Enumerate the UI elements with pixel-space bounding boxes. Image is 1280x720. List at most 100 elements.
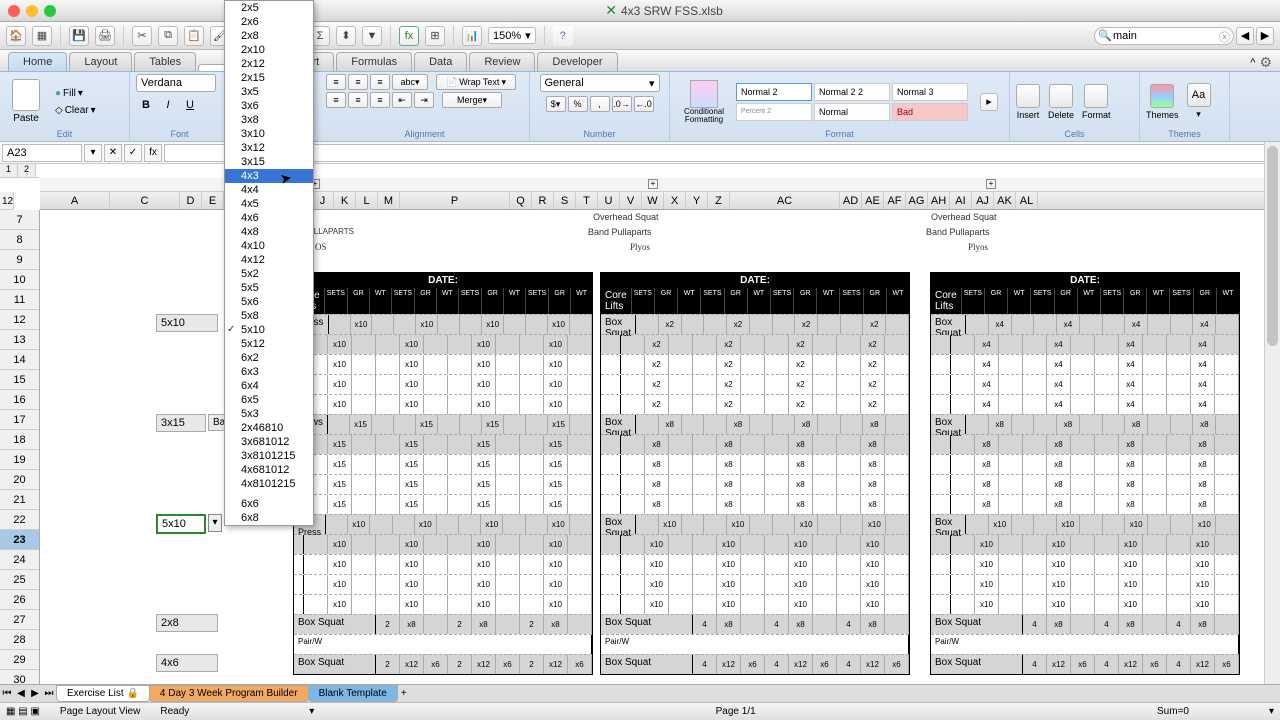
dd-3x8101215[interactable]: 3x8101215 xyxy=(225,449,313,463)
tab-home[interactable]: Home xyxy=(8,52,67,71)
col-AE[interactable]: AE xyxy=(862,192,884,209)
align-bottom[interactable]: ≡ xyxy=(370,74,390,90)
name-box[interactable]: A23 xyxy=(2,144,82,162)
dd-3x5[interactable]: 3x5 xyxy=(225,85,313,99)
row-27[interactable]: 27 xyxy=(0,610,39,630)
sheet-next[interactable]: ▶ xyxy=(28,688,42,699)
col-R[interactable]: R xyxy=(532,192,554,209)
row-8[interactable]: 8 xyxy=(0,230,39,250)
sheet-exercise-list[interactable]: Exercise List 🔒 xyxy=(56,685,150,702)
fx-icon[interactable]: fx xyxy=(399,26,419,46)
dd-5x5[interactable]: 5x5 xyxy=(225,281,313,295)
cell-a28[interactable]: 2x8 xyxy=(156,614,218,632)
cell-a23-active[interactable]: 5x10 xyxy=(156,514,206,534)
dd-4x8[interactable]: 4x8 xyxy=(225,225,313,239)
row-15[interactable]: 15 xyxy=(0,370,39,390)
row-9[interactable]: 9 xyxy=(0,250,39,270)
sheet-last[interactable]: ⏭ xyxy=(42,688,56,699)
paste-icon[interactable]: 📋 xyxy=(184,26,204,46)
row-10[interactable]: 10 xyxy=(0,270,39,290)
filter-icon[interactable]: ▼ xyxy=(362,26,382,46)
dd-3x15[interactable]: 3x15 xyxy=(225,155,313,169)
dd-3x8[interactable]: 3x8 xyxy=(225,113,313,127)
save-icon[interactable]: 💾 xyxy=(69,26,89,46)
col-T[interactable]: T xyxy=(576,192,598,209)
number-format[interactable]: General▾ xyxy=(540,74,660,92)
styles-gallery[interactable]: Normal 2 Normal 2 2 Normal 3 Percent 2 N… xyxy=(736,83,976,121)
fx-button[interactable]: fx xyxy=(144,144,162,162)
dd-4x3[interactable]: 4x3 xyxy=(225,169,313,183)
row-23[interactable]: 23 xyxy=(0,530,39,550)
row-28[interactable]: 28 xyxy=(0,630,39,650)
align-right[interactable]: ≡ xyxy=(370,92,390,108)
dd-6x5[interactable]: 6x5 xyxy=(225,393,313,407)
vertical-scrollbar[interactable] xyxy=(1264,142,1280,684)
sheet-add[interactable]: + xyxy=(397,688,411,699)
styles-more[interactable]: ▸ xyxy=(980,93,998,111)
col-A[interactable]: A xyxy=(40,192,110,209)
col-AK[interactable]: AK xyxy=(994,192,1016,209)
format-cells[interactable]: Format xyxy=(1082,84,1111,120)
sort-icon[interactable]: ⬍ xyxy=(336,26,356,46)
help-icon[interactable]: ? xyxy=(553,26,573,46)
dd-6x8[interactable]: 6x8 xyxy=(225,511,313,525)
search-next[interactable]: ▶ xyxy=(1256,27,1274,45)
cell-dropdown-trigger[interactable]: ▾ xyxy=(208,514,222,532)
comma[interactable]: , xyxy=(590,96,610,112)
dd-2x15[interactable]: 2x15 xyxy=(225,71,313,85)
row-11[interactable]: 11 xyxy=(0,290,39,310)
col-W[interactable]: W xyxy=(642,192,664,209)
namebox-drop[interactable]: ▾ xyxy=(84,144,102,162)
col-X[interactable]: X xyxy=(664,192,686,209)
print-icon[interactable]: 🖨 xyxy=(95,26,115,46)
clear-search-icon[interactable]: ⓧ xyxy=(1219,29,1230,45)
themes-button[interactable]: Themes xyxy=(1146,84,1179,120)
row-25[interactable]: 25 xyxy=(0,570,39,590)
currency[interactable]: $▾ xyxy=(546,96,566,112)
row-22[interactable]: 22 xyxy=(0,510,39,530)
dd-3x681012[interactable]: 3x681012 xyxy=(225,435,313,449)
dec-dec[interactable]: ←.0 xyxy=(634,96,654,112)
sheet-program-builder[interactable]: 4 Day 3 Week Program Builder xyxy=(149,685,309,702)
dd-6x4[interactable]: 6x4 xyxy=(225,379,313,393)
dd-5x10[interactable]: 5x10 xyxy=(225,323,313,337)
dec-inc[interactable]: .0→ xyxy=(612,96,632,112)
col-AF[interactable]: AF xyxy=(884,192,906,209)
col-AG[interactable]: AG xyxy=(906,192,928,209)
tab-layout[interactable]: Layout xyxy=(69,52,132,71)
row-7[interactable]: 7 xyxy=(0,210,39,230)
row-14[interactable]: 14 xyxy=(0,350,39,370)
dd-2x8[interactable]: 2x8 xyxy=(225,29,313,43)
percent[interactable]: % xyxy=(568,96,588,112)
dd-4x8101215[interactable]: 4x8101215 xyxy=(225,477,313,491)
dd-4x5[interactable]: 4x5 xyxy=(225,197,313,211)
align-center[interactable]: ≡ xyxy=(348,92,368,108)
col-AJ[interactable]: AJ xyxy=(972,192,994,209)
dd-3x6[interactable]: 3x6 xyxy=(225,99,313,113)
zoom-select[interactable]: 150%▾ xyxy=(488,27,536,44)
col-AH[interactable]: AH xyxy=(928,192,950,209)
dd-5x6[interactable]: 5x6 xyxy=(225,295,313,309)
dd-2x46810[interactable]: 2x46810 xyxy=(225,421,313,435)
home-icon[interactable]: 🏠 xyxy=(6,26,26,46)
tab-formulas[interactable]: Formulas xyxy=(336,52,412,71)
copy-icon[interactable]: ⧉ xyxy=(158,26,178,46)
outline-1[interactable]: 1 xyxy=(0,164,18,177)
expand-3[interactable]: + xyxy=(986,179,996,189)
search-input[interactable] xyxy=(1094,27,1234,45)
delete-cells[interactable]: Delete xyxy=(1048,84,1074,120)
italic-button[interactable]: I xyxy=(158,96,178,114)
font-name[interactable] xyxy=(136,74,216,92)
row-29[interactable]: 29 xyxy=(0,650,39,670)
col-D[interactable]: D xyxy=(180,192,202,209)
row-20[interactable]: 20 xyxy=(0,470,39,490)
show-formulas-icon[interactable]: ⊞ xyxy=(425,26,445,46)
conditional-formatting[interactable]: Conditional Formatting xyxy=(676,80,732,124)
sheet-blank-template[interactable]: Blank Template xyxy=(308,685,398,702)
dd-2x12[interactable]: 2x12 xyxy=(225,57,313,71)
col-K[interactable]: K xyxy=(334,192,356,209)
col-Q[interactable]: Q xyxy=(510,192,532,209)
dd-6x3[interactable]: 6x3 xyxy=(225,365,313,379)
bold-button[interactable]: B xyxy=(136,96,156,114)
row-18[interactable]: 18 xyxy=(0,430,39,450)
